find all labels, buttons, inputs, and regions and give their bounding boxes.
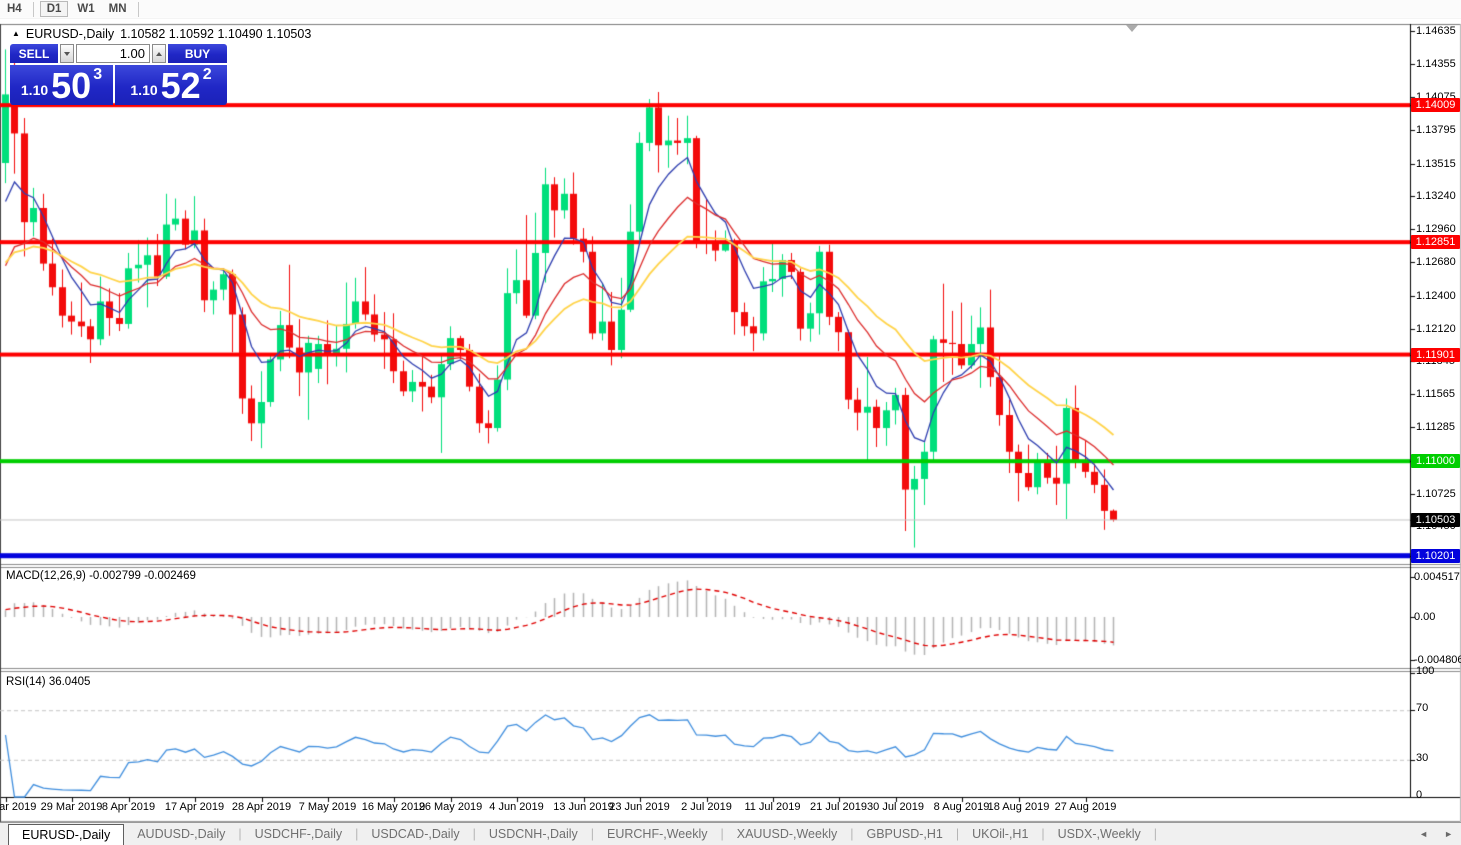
chart-tab-usdcnh[interactable]: USDCNH-,Daily: [476, 827, 591, 841]
arrow-up-icon: [156, 52, 162, 56]
chart-tab-usdx[interactable]: USDX-,Weekly: [1045, 827, 1154, 841]
tabs-scroll-left-button[interactable]: ◄: [1411, 829, 1436, 839]
chart-canvas[interactable]: [0, 0, 1461, 844]
sell-button[interactable]: SELL: [10, 44, 58, 63]
buy-button[interactable]: BUY: [168, 44, 227, 63]
chart-tab-ukoil[interactable]: UKOil-,H1: [959, 827, 1041, 841]
chart-tab-eurusd[interactable]: EURUSD-,Daily: [8, 824, 124, 845]
ask-quote-button[interactable]: 1.10 52 2: [115, 65, 227, 105]
volume-increase-button[interactable]: [152, 44, 166, 63]
ask-price-prefix: 1.10: [130, 82, 157, 98]
arrow-down-icon: [64, 52, 70, 56]
chart-tab-bar: EURUSD-,DailyAUDUSD-,Daily | USDCHF-,Daily…: [0, 822, 1461, 845]
chart-tab-eurchf[interactable]: EURCHF-,Weekly: [594, 827, 720, 841]
bid-price-big: 50: [51, 69, 91, 103]
chart-tab-usdchf[interactable]: USDCHF-,Daily: [242, 827, 356, 841]
chart-tab-gbpusd[interactable]: GBPUSD-,H1: [853, 827, 955, 841]
tab-separator: |: [1154, 827, 1157, 841]
tabs-scroll-right-button[interactable]: ►: [1436, 829, 1461, 839]
volume-input[interactable]: [76, 44, 150, 63]
chart-tab-usdcad[interactable]: USDCAD-,Daily: [358, 827, 472, 841]
volume-decrease-button[interactable]: [60, 44, 74, 63]
bid-price-prefix: 1.10: [21, 82, 48, 98]
chart-tab-xauusd[interactable]: XAUUSD-,Weekly: [724, 827, 850, 841]
bid-quote-button[interactable]: 1.10 50 3: [10, 65, 113, 105]
ask-price-sup: 2: [203, 66, 212, 84]
chart-tab-audusd[interactable]: AUDUSD-,Daily: [124, 827, 238, 841]
one-click-trade-panel: SELL BUY 1.10 50 3 1.10 52 2: [10, 44, 227, 105]
bid-price-sup: 3: [93, 66, 102, 84]
ask-price-big: 52: [161, 69, 201, 103]
